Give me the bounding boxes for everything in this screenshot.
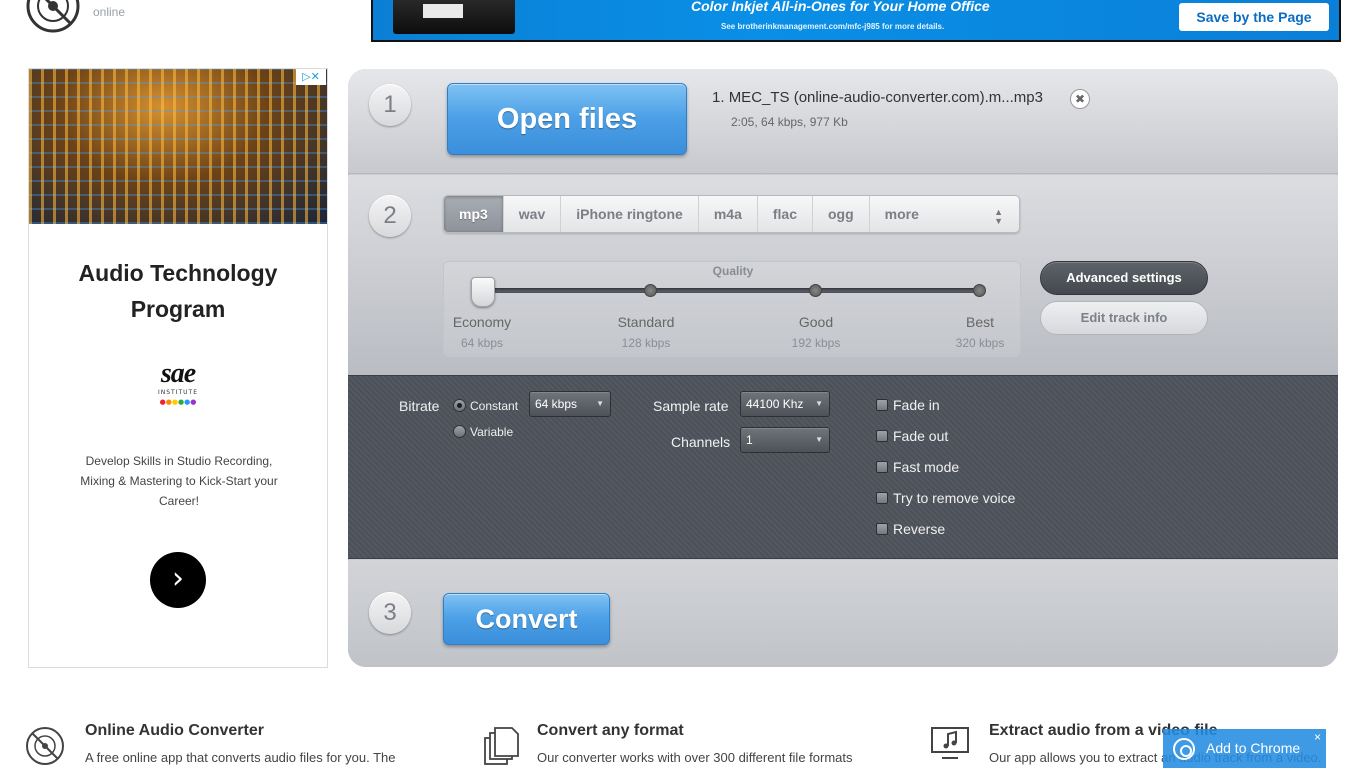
files-icon [484,727,519,765]
quality-economy: Economy [452,314,512,330]
bitrate-value: 64 kbps [535,397,578,411]
sae-institute: INSTITUTE [157,389,198,396]
quality-stop[interactable] [644,284,657,297]
quality-stop[interactable] [809,284,822,297]
quality-economy-rate: 64 kbps [460,336,504,350]
quality-good-rate: 192 kbps [791,336,841,350]
tab-ogg[interactable]: ogg [813,196,870,232]
step-convert: 3 Convert [348,560,1338,667]
ad-title: Audio Technology Program [78,260,278,322]
fade-out-label: Fade out [893,428,949,444]
remove-file-icon[interactable]: ✖ [1070,89,1090,109]
tab-iphone-ringtone[interactable]: iPhone ringtone [561,196,699,232]
channels-value: 1 [746,433,753,447]
file-entry: 1. MEC_TS (online-audio-converter.com).m… [712,89,1043,106]
quality-stop[interactable] [973,284,986,297]
step-number-1: 1 [369,84,411,126]
advanced-settings-panel: Bitrate Constant Variable 64 kbps ▼ Samp… [348,375,1338,559]
sample-rate-value: 44100 Khz [746,397,804,411]
sample-rate-label: Sample rate [653,398,729,414]
step-number-2: 2 [369,195,411,237]
feature-title-2: Convert any format [537,722,684,739]
chevron-right-icon[interactable]: › [150,552,206,608]
convert-button[interactable]: Convert [443,593,610,645]
tab-wav[interactable]: wav [504,196,562,232]
quality-label: Quality [712,264,754,278]
tab-more[interactable]: more ▲ ▼ [870,196,1019,232]
remove-voice-checkbox[interactable] [876,492,888,504]
advanced-settings-button[interactable]: Advanced settings [1040,261,1208,295]
quality-best-rate: 320 kbps [955,336,1005,350]
disc-icon [26,727,64,765]
bitrate-variable-radio[interactable] [453,425,466,438]
converter-panel: 1 Open files 1. MEC_TS (online-audio-con… [348,69,1338,667]
tab-flac[interactable]: flac [758,196,813,232]
disc-icon[interactable] [25,0,81,34]
color-dots: ●●●●●● [159,398,197,406]
quality-track[interactable] [482,284,986,297]
tab-mp3[interactable]: mp3 [444,196,504,232]
bitrate-select[interactable]: 64 kbps ▼ [529,391,611,417]
fast-mode-label: Fast mode [893,459,960,475]
file-meta: 2:05, 64 kbps, 977 Kb [731,115,848,129]
ad-cta-button[interactable]: Save by the Page [1179,3,1329,31]
mixing-console-image [29,69,327,224]
fade-in-checkbox[interactable] [876,399,888,411]
caret-down-icon: ▼ [815,435,823,444]
caret-down-icon: ▼ [596,399,604,408]
feature-title-1: Online Audio Converter [85,722,264,739]
step-number-3: 3 [369,592,411,634]
bitrate-constant-radio[interactable] [453,399,466,412]
sae-mark: sae [160,358,196,389]
quality-standard-rate: 128 kbps [621,336,671,350]
step-open-files: 1 Open files 1. MEC_TS (online-audio-con… [348,69,1338,174]
fade-in-label: Fade in [893,397,940,413]
top-banner-ad[interactable]: Color Inkjet All-in-Ones for Your Home O… [371,0,1341,42]
sae-logo: sae INSTITUTE ●●●●●● [147,359,209,413]
quality-good: Good [798,314,834,330]
reverse-checkbox[interactable] [876,523,888,535]
tab-more-label: more [884,206,919,222]
fade-out-checkbox[interactable] [876,430,888,442]
feature-text-2: Our converter works with over 300 differ… [537,750,853,765]
format-tabs: mp3 wav iPhone ringtone m4a flac ogg mor… [443,195,1020,233]
channels-label: Channels [671,434,731,450]
reverse-label: Reverse [893,521,946,537]
ad-fine-print: See brotherinkmanagement.com/mfc-j985 fo… [721,22,945,31]
channels-select[interactable]: 1 ▼ [740,427,830,453]
bitrate-constant-label: Constant [470,399,519,413]
logo-subtitle: online [93,5,126,19]
quality-best: Best [965,314,994,330]
chrome-icon [1173,738,1195,760]
sample-rate-select[interactable]: 44100 Khz ▼ [740,391,830,417]
step-format: 2 mp3 wav iPhone ringtone m4a flac ogg m… [348,175,1338,375]
feature-text-1: A free online app that converts audio fi… [85,750,396,765]
ad-description: Develop Skills in Studio Recording, Mixi… [80,454,278,508]
side-ad[interactable]: ▷✕ Audio Technology Program sae INSTITUT… [28,68,328,668]
tab-m4a[interactable]: m4a [699,196,758,232]
caret-down-icon: ▼ [815,399,823,408]
edit-track-info-button[interactable]: Edit track info [1040,301,1208,335]
fast-mode-checkbox[interactable] [876,461,888,473]
bitrate-variable-label: Variable [470,425,514,439]
quality-slider-box: Quality Economy 64 kbps Standard 128 kbp… [443,261,1021,357]
open-files-button[interactable]: Open files [447,83,687,155]
add-to-chrome-label[interactable]: Add to Chrome [1206,740,1300,756]
adchoices-icon[interactable]: ▷✕ [296,69,326,85]
quality-slider-handle[interactable] [471,277,495,307]
bitrate-label: Bitrate [399,398,440,414]
remove-voice-label: Try to remove voice [893,490,1016,506]
file-name: MEC_TS (online-audio-converter.com).m...… [728,89,1043,106]
close-icon[interactable]: × [1314,730,1321,744]
video-music-icon [931,727,969,759]
file-index: 1. [712,89,725,106]
updown-arrows-icon: ▲ ▼ [994,207,1003,226]
quality-standard: Standard [617,314,675,330]
ad-headline: Color Inkjet All-in-Ones for Your Home O… [691,0,990,14]
printer-image [393,0,515,34]
add-to-chrome-popup[interactable]: Add to Chrome × [1163,729,1326,768]
